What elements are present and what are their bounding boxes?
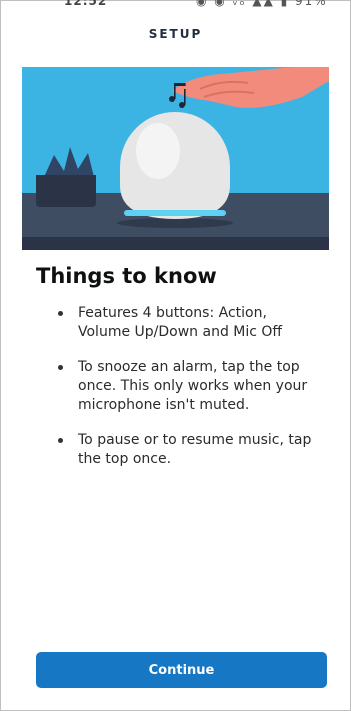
bullet-icon [58, 311, 63, 316]
things-to-know-heading: Things to know [36, 264, 217, 288]
light-ring [124, 210, 226, 216]
bullet-icon [58, 438, 63, 443]
page-title: SETUP [148, 27, 203, 41]
list-item: Features 4 buttons: Action, Volume Up/Do… [52, 304, 322, 342]
list-item-text: To snooze an alarm, tap the top once. Th… [78, 359, 308, 413]
list-item: To pause or to resume music, tap the top… [52, 431, 322, 469]
bullet-icon [58, 365, 63, 370]
status-bar: 12:52 ◉ ◉ ᵥₒ ▲▲ ▮ 91% [0, 0, 351, 22]
list-item: To snooze an alarm, tap the top once. Th… [52, 358, 322, 415]
info-list: Features 4 buttons: Action, Volume Up/Do… [52, 304, 322, 485]
echo-dot-illustration [22, 67, 329, 250]
continue-button[interactable]: Continue [36, 652, 327, 688]
status-time: 12:52 [64, 0, 108, 8]
list-item-text: To pause or to resume music, tap the top… [78, 432, 312, 467]
table-edge [22, 237, 329, 250]
list-item-text: Features 4 buttons: Action, Volume Up/Do… [78, 305, 283, 340]
status-icons: ◉ ◉ ᵥₒ ▲▲ ▮ 91% [196, 0, 328, 8]
illustration-svg [22, 67, 329, 250]
